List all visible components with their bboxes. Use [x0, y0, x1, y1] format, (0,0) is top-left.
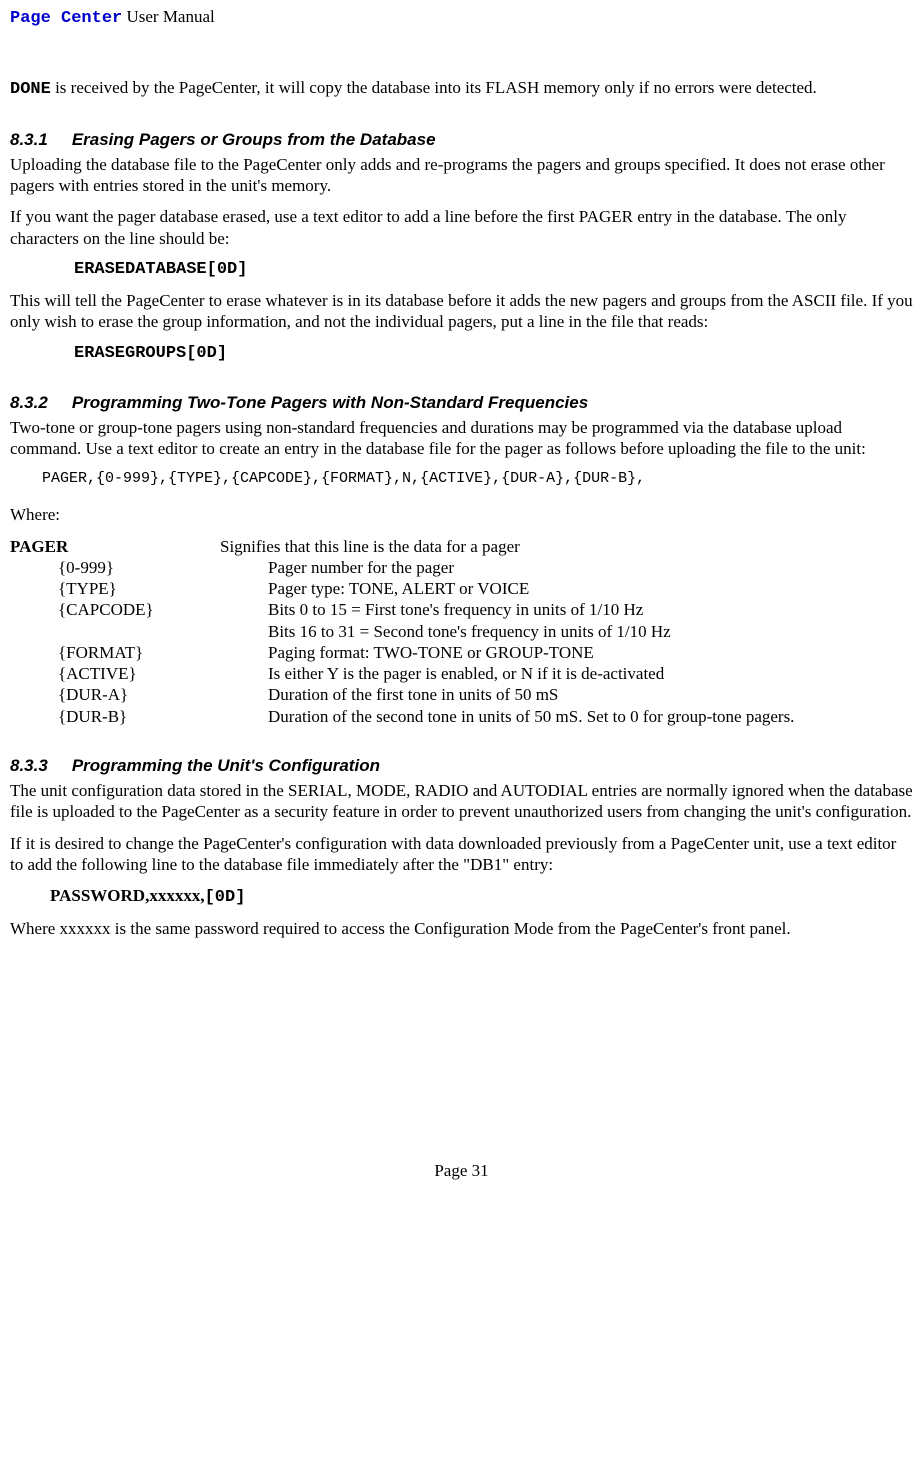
body-paragraph: The unit configuration data stored in th…: [10, 780, 913, 823]
definition-desc: Bits 16 to 31 = Second tone's frequency …: [268, 621, 913, 642]
definition-term: {0-999}: [10, 557, 268, 578]
section-number: 8.3.3: [10, 756, 48, 775]
body-paragraph: If it is desired to change the PageCente…: [10, 833, 913, 876]
intro-paragraph: DONE is received by the PageCenter, it w…: [10, 77, 913, 100]
section-title: Programming Two-Tone Pagers with Non-Sta…: [72, 393, 588, 412]
password-bold: PASSWORD,xxxxxx,: [50, 886, 205, 905]
definition-term: {DUR-B}: [10, 706, 268, 727]
body-paragraph: This will tell the PageCenter to erase w…: [10, 290, 913, 333]
definition-desc: Is either Y is the pager is enabled, or …: [268, 663, 913, 684]
definition-desc: Paging format: TWO-TONE or GROUP-TONE: [268, 642, 913, 663]
page-footer: Page 31: [10, 1160, 913, 1181]
password-mono: [0D]: [205, 888, 246, 907]
definition-row: {DUR-A}Duration of the first tone in uni…: [10, 684, 913, 705]
header-product-name: Page Center: [10, 9, 122, 28]
section-8-3-2-heading: 8.3.2 Programming Two-Tone Pagers with No…: [10, 392, 913, 413]
done-keyword: DONE: [10, 80, 51, 99]
section-number: 8.3.1: [10, 130, 48, 149]
definition-row: {0-999}Pager number for the pager: [10, 557, 913, 578]
page-header: Page Center User Manual: [10, 6, 913, 29]
section-title: Erasing Pagers or Groups from the Databa…: [72, 130, 436, 149]
definition-row: {DUR-B}Duration of the second tone in un…: [10, 706, 913, 727]
definition-desc: Pager number for the pager: [268, 557, 913, 578]
section-8-3-1-heading: 8.3.1 Erasing Pagers or Groups from the D…: [10, 129, 913, 150]
definition-row: Bits 16 to 31 = Second tone's frequency …: [10, 621, 913, 642]
intro-text: is received by the PageCenter, it will c…: [51, 78, 817, 97]
definition-term: {ACTIVE}: [10, 663, 268, 684]
body-paragraph: If you want the pager database erased, u…: [10, 206, 913, 249]
code-password: PASSWORD,xxxxxx,[0D]: [50, 885, 913, 908]
definition-row: {CAPCODE}Bits 0 to 15 = First tone's fre…: [10, 599, 913, 620]
section-8-3-3-heading: 8.3.3 Programming the Unit's Configuratio…: [10, 755, 913, 776]
definition-term: {TYPE}: [10, 578, 268, 599]
definition-term: {CAPCODE}: [10, 599, 268, 620]
section-title: Programming the Unit's Configuration: [72, 756, 380, 775]
definition-row: {FORMAT}Paging format: TWO-TONE or GROUP…: [10, 642, 913, 663]
definition-table: PAGERSignifies that this line is the dat…: [10, 536, 913, 727]
body-paragraph: Where xxxxxx is the same password requir…: [10, 918, 913, 939]
body-paragraph: Uploading the database file to the PageC…: [10, 154, 913, 197]
body-paragraph: Two-tone or group-tone pagers using non-…: [10, 417, 913, 460]
definition-term: PAGER: [10, 536, 220, 557]
definition-row: PAGERSignifies that this line is the dat…: [10, 536, 913, 557]
definition-desc: Duration of the second tone in units of …: [268, 706, 913, 727]
definition-term: {DUR-A}: [10, 684, 268, 705]
code-erasedatabase: ERASEDATABASE[0D]: [74, 259, 913, 280]
definition-row: {TYPE}Pager type: TONE, ALERT or VOICE: [10, 578, 913, 599]
definition-desc: Duration of the first tone in units of 5…: [268, 684, 913, 705]
code-pager-entry: PAGER,{0-999},{TYPE},{CAPCODE},{FORMAT},…: [42, 470, 913, 489]
definition-desc: Signifies that this line is the data for…: [220, 536, 913, 557]
section-number: 8.3.2: [10, 393, 48, 412]
definition-term: {FORMAT}: [10, 642, 268, 663]
definition-desc: Pager type: TONE, ALERT or VOICE: [268, 578, 913, 599]
where-label: Where:: [10, 504, 913, 525]
definition-row: {ACTIVE}Is either Y is the pager is enab…: [10, 663, 913, 684]
definition-term: [10, 621, 268, 642]
definition-desc: Bits 0 to 15 = First tone's frequency in…: [268, 599, 913, 620]
header-doc-title: User Manual: [122, 7, 215, 26]
code-erasegroups: ERASEGROUPS[0D]: [74, 343, 913, 364]
